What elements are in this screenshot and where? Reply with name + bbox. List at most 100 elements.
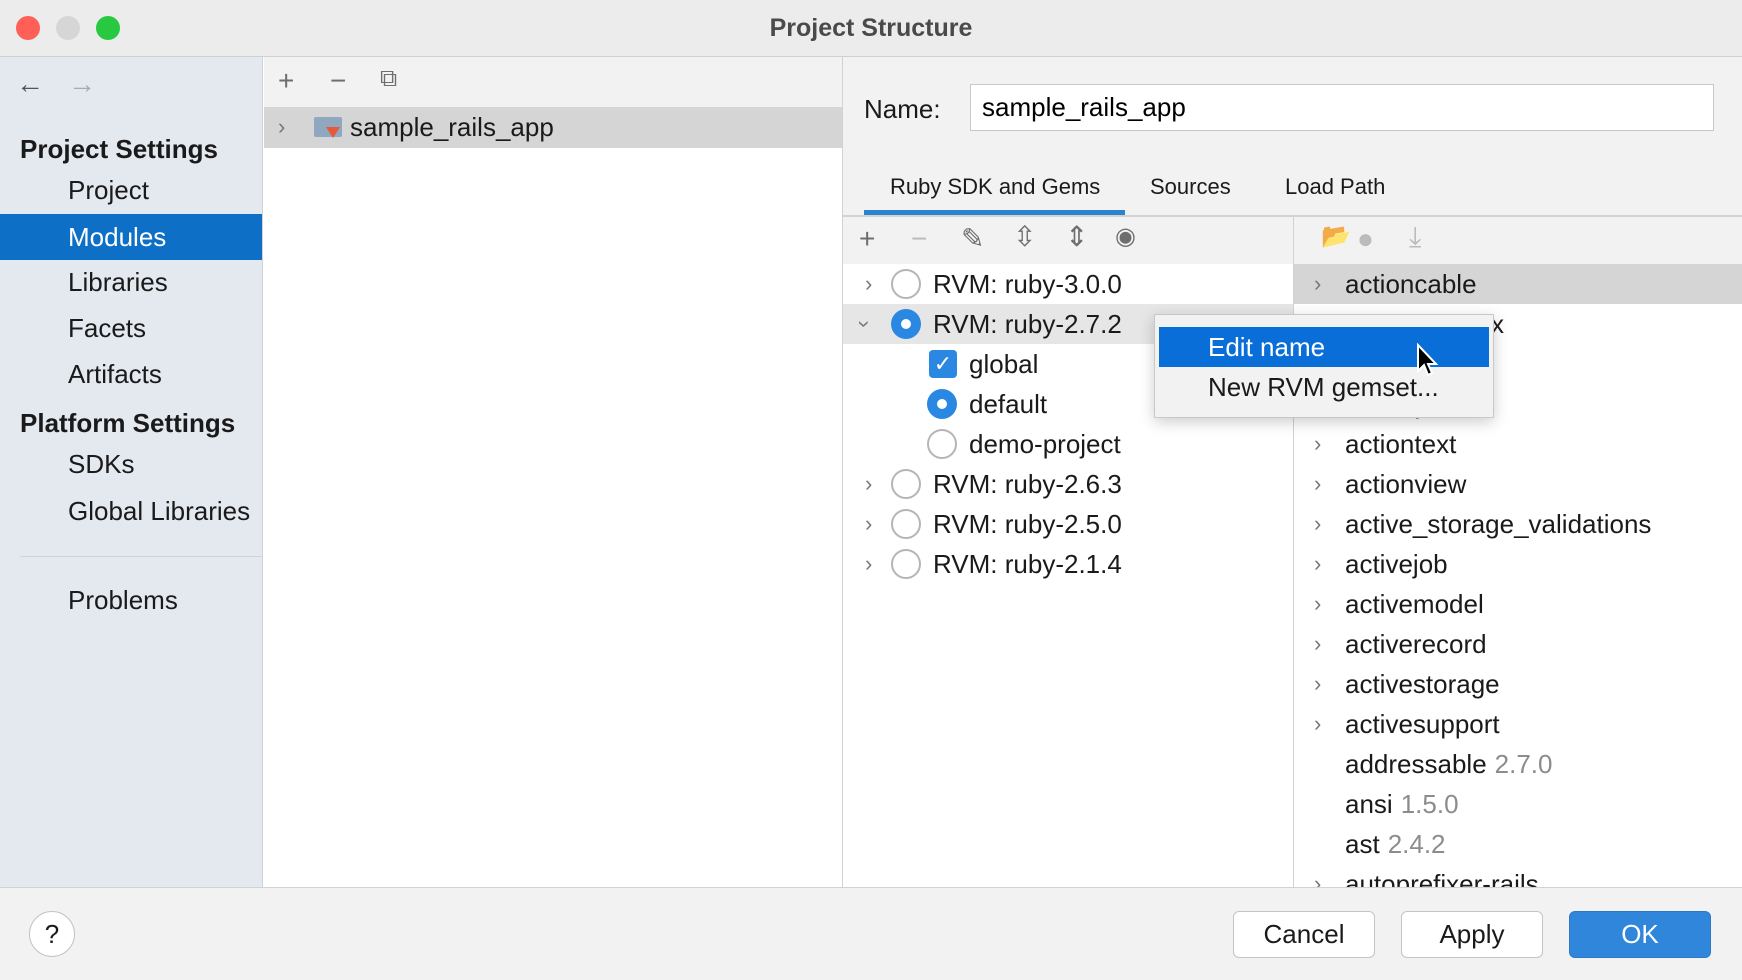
sdk-row[interactable]: › RVM: ruby-3.0.0 bbox=[843, 264, 1293, 304]
gem-name: activestorage bbox=[1345, 669, 1500, 699]
gem-version: 2.7.0 bbox=[1494, 749, 1553, 779]
gem-name: active_storage_validations bbox=[1345, 509, 1652, 539]
cancel-button[interactable]: Cancel bbox=[1233, 911, 1375, 958]
folder-open-icon[interactable]: 📂 bbox=[1321, 225, 1351, 249]
gem-row[interactable]: ast 2.4.2 bbox=[1294, 824, 1742, 864]
gem-icon[interactable]: ● bbox=[1357, 225, 1374, 253]
back-arrow-icon[interactable]: ← bbox=[16, 70, 44, 98]
chevron-right-icon[interactable]: › bbox=[1314, 624, 1321, 664]
radio-button[interactable] bbox=[891, 509, 921, 539]
chevron-right-icon[interactable]: › bbox=[1314, 424, 1321, 464]
mouse-cursor-icon bbox=[1417, 343, 1439, 377]
edit-pencil-icon[interactable]: ✎ bbox=[961, 225, 984, 253]
radio-button-selected[interactable] bbox=[891, 309, 921, 339]
gem-name: ast bbox=[1345, 829, 1380, 859]
sidebar-item-modules[interactable]: Modules bbox=[0, 214, 262, 260]
gem-name: activerecord bbox=[1345, 629, 1487, 659]
gem-row[interactable]: › activejob bbox=[1294, 544, 1742, 584]
help-button[interactable]: ? bbox=[29, 911, 75, 957]
chevron-right-icon[interactable]: › bbox=[1314, 264, 1321, 304]
checkbox-checked-icon[interactable]: ✓ bbox=[929, 350, 957, 378]
gem-name: activemodel bbox=[1345, 589, 1484, 619]
sidebar-item-artifacts[interactable]: Artifacts bbox=[0, 351, 262, 397]
gem-row[interactable]: › actioncable bbox=[1294, 264, 1742, 304]
chevron-right-icon[interactable]: › bbox=[1314, 704, 1321, 744]
gem-name: autoprefixer-rails bbox=[1345, 869, 1539, 887]
chevron-right-icon[interactable]: › bbox=[1314, 864, 1321, 887]
radio-button[interactable] bbox=[891, 549, 921, 579]
remove-icon[interactable]: − bbox=[330, 67, 346, 95]
context-menu: Edit name New RVM gemset... bbox=[1154, 314, 1494, 418]
gem-version: 2.4.2 bbox=[1387, 829, 1446, 859]
gem-name: activesupport bbox=[1345, 709, 1500, 739]
chevron-right-icon[interactable]: › bbox=[1314, 504, 1321, 544]
download-icon[interactable]: ⤓ bbox=[1409, 223, 1421, 251]
chevron-right-icon[interactable]: › bbox=[1314, 464, 1321, 504]
module-row[interactable]: › sample_rails_app bbox=[264, 107, 842, 148]
chevron-right-icon[interactable]: › bbox=[865, 504, 872, 544]
chevron-right-icon[interactable]: › bbox=[278, 107, 285, 147]
collapse-all-icon[interactable]: ⇕ bbox=[1065, 223, 1088, 251]
expand-all-icon[interactable]: ⇳ bbox=[1013, 223, 1036, 251]
sdk-label: RVM: ruby-3.0.0 bbox=[933, 269, 1122, 299]
radio-button[interactable] bbox=[891, 269, 921, 299]
sidebar-item-problems[interactable]: Problems bbox=[0, 577, 262, 623]
sdk-row[interactable]: › RVM: ruby-2.6.3 bbox=[843, 464, 1293, 504]
gem-name: actioncable bbox=[1345, 269, 1477, 299]
name-label: Name: bbox=[864, 94, 941, 124]
tab-sources[interactable]: Sources bbox=[1150, 174, 1231, 212]
name-input[interactable] bbox=[970, 84, 1714, 131]
gem-version: 1.5.0 bbox=[1400, 789, 1459, 819]
sidebar-item-project[interactable]: Project bbox=[0, 167, 262, 213]
radio-button[interactable] bbox=[927, 429, 957, 459]
sidebar-item-sdks[interactable]: SDKs bbox=[0, 441, 262, 487]
radio-button-selected[interactable] bbox=[927, 389, 957, 419]
gem-name: activejob bbox=[1345, 549, 1448, 579]
menu-item-new-rvm-gemset[interactable]: New RVM gemset... bbox=[1155, 367, 1493, 407]
gem-row[interactable]: › active_storage_validations bbox=[1294, 504, 1742, 544]
sidebar-item-global-libraries[interactable]: Global Libraries bbox=[0, 488, 262, 534]
radio-button[interactable] bbox=[891, 469, 921, 499]
active-tab-indicator bbox=[864, 210, 1125, 215]
chevron-right-icon[interactable]: › bbox=[865, 544, 872, 584]
sdk-row[interactable]: › RVM: ruby-2.1.4 bbox=[843, 544, 1293, 584]
remove-sdk-icon[interactable]: − bbox=[911, 225, 927, 253]
gemset-label: default bbox=[969, 389, 1048, 419]
apply-button[interactable]: Apply bbox=[1401, 911, 1543, 958]
add-sdk-icon[interactable]: + bbox=[859, 225, 875, 253]
chevron-right-icon[interactable]: › bbox=[1314, 544, 1321, 584]
gem-row[interactable]: › activemodel bbox=[1294, 584, 1742, 624]
gem-row[interactable]: › activerecord bbox=[1294, 624, 1742, 664]
gem-row[interactable]: ansi 1.5.0 bbox=[1294, 784, 1742, 824]
gem-name: addressable bbox=[1345, 749, 1487, 779]
gem-row[interactable]: › activesupport bbox=[1294, 704, 1742, 744]
title-bar: Project Structure bbox=[0, 0, 1742, 57]
module-name: sample_rails_app bbox=[350, 112, 554, 142]
add-icon[interactable]: + bbox=[278, 67, 294, 95]
forward-arrow-icon[interactable]: → bbox=[68, 70, 96, 98]
gem-row[interactable]: › autoprefixer-rails bbox=[1294, 864, 1742, 887]
chevron-down-icon[interactable]: › bbox=[845, 320, 885, 327]
gem-row[interactable]: › actionview bbox=[1294, 464, 1742, 504]
eye-icon[interactable]: ◉ bbox=[1115, 225, 1136, 249]
gem-row[interactable]: addressable 2.7.0 bbox=[1294, 744, 1742, 784]
chevron-right-icon[interactable]: › bbox=[1314, 584, 1321, 624]
gemset-row[interactable]: demo-project bbox=[843, 424, 1293, 464]
sdk-label: RVM: ruby-2.7.2 bbox=[933, 309, 1122, 339]
chevron-right-icon[interactable]: › bbox=[865, 464, 872, 504]
tab-load-path[interactable]: Load Path bbox=[1285, 174, 1385, 212]
gem-row[interactable]: › actiontext bbox=[1294, 424, 1742, 464]
copy-icon[interactable]: ⧉ bbox=[380, 67, 397, 91]
sidebar-item-libraries[interactable]: Libraries bbox=[0, 259, 262, 305]
chevron-right-icon[interactable]: › bbox=[1314, 664, 1321, 704]
gem-name: ansi bbox=[1345, 789, 1393, 819]
sidebar-item-facets[interactable]: Facets bbox=[0, 305, 262, 351]
chevron-right-icon[interactable]: › bbox=[865, 264, 872, 304]
gem-row[interactable]: › activestorage bbox=[1294, 664, 1742, 704]
sdk-row[interactable]: › RVM: ruby-2.5.0 bbox=[843, 504, 1293, 544]
ok-button[interactable]: OK bbox=[1569, 911, 1711, 958]
tab-ruby-sdk-and-gems[interactable]: Ruby SDK and Gems bbox=[890, 174, 1100, 212]
platform-settings-heading: Platform Settings bbox=[20, 408, 236, 438]
project-settings-heading: Project Settings bbox=[20, 134, 218, 164]
sdk-label: RVM: ruby-2.6.3 bbox=[933, 469, 1122, 499]
